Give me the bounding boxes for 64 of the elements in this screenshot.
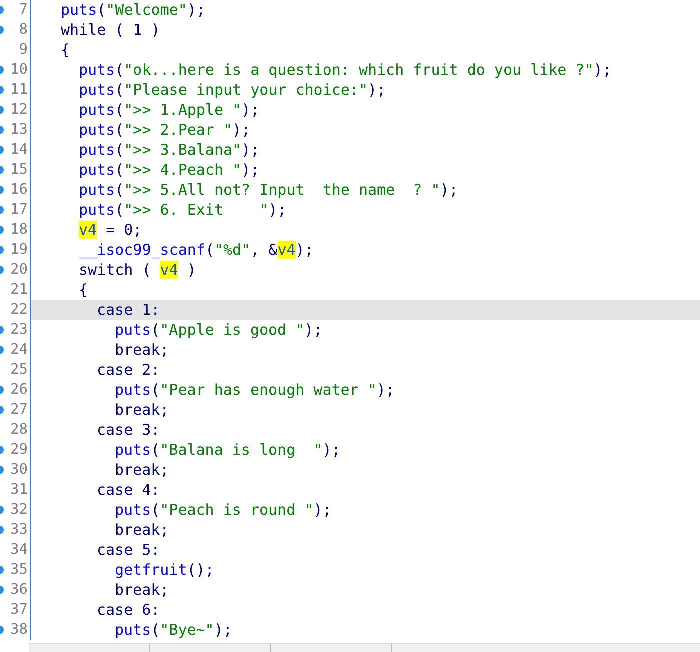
code-line: puts(">> 6. Exit "); [79,200,287,220]
line-number: 33 [10,521,28,540]
code-line: puts("ok...here is a question: which fruit do you like ?"); [79,60,612,80]
line-number: 29 [10,441,28,460]
code-line: puts("Peach is round "); [115,500,332,520]
code-line: case 4: [97,480,160,500]
line-number: 19 [10,241,28,260]
code-line: puts("Welcome"); [61,0,206,20]
line-number: 24 [10,341,28,360]
line-number: 35 [10,561,28,580]
line-number: 18 [10,221,28,240]
code-line: break; [115,460,170,480]
line-number: 17 [10,201,28,220]
line-number: 37 [10,601,28,620]
code-line: while ( 1 ) [61,20,160,40]
line-number: 23 [10,321,28,340]
line-number: 30 [10,461,28,480]
code-line: puts(">> 3.Balana"); [79,140,260,160]
code-line: case 6: [97,600,160,620]
code-line: v4 = 0; [79,220,142,240]
code-line: puts(">> 2.Pear "); [79,120,251,140]
line-number: 13 [10,121,28,140]
line-number: 21 [10,281,28,300]
code-line: case 3: [97,420,160,440]
code-line: getfruit(); [115,560,214,580]
line-number: 28 [10,421,28,440]
line-number: 34 [10,541,28,560]
code-line: puts("Pear has enough water "); [115,380,395,400]
code-line: break; [115,580,170,600]
line-number: 9 [19,41,28,60]
line-number: 20 [10,261,28,280]
code-line: puts(">> 1.Apple "); [79,100,260,120]
code-line: switch ( v4 ) [79,260,196,280]
line-number: 36 [10,581,28,600]
line-number: 38 [10,621,28,640]
line-number: 15 [10,161,28,180]
code-line: puts("Apple is good "); [115,320,323,340]
code-line: case 5: [97,540,160,560]
line-number: 14 [10,141,28,160]
line-number: 27 [10,401,28,420]
code-line: case 2: [97,360,160,380]
code-line: puts(">> 5.All not? Input the name ? "); [79,180,458,200]
line-number: 16 [10,181,28,200]
line-number: 31 [10,481,28,500]
line-number: 12 [10,101,28,120]
line-number: 7 [19,1,28,20]
code-line: break; [115,340,170,360]
line-number: 26 [10,381,28,400]
line-number: 25 [10,361,28,380]
line-number: 11 [10,81,28,100]
code-line: { [61,40,70,60]
code-line: puts("Bye~"); [115,620,232,640]
code-line: __isoc99_scanf("%d", &v4); [79,240,314,260]
code-line: puts(">> 4.Peach "); [79,160,260,180]
code-line: break; [115,400,170,420]
code-line: break; [115,520,170,540]
code-line: puts("Please input your choice:"); [79,80,386,100]
line-number: 22 [10,301,28,320]
code-line: puts("Balana is long "); [115,440,341,460]
line-number: 32 [10,501,28,520]
line-number: 10 [10,61,28,80]
line-number: 8 [19,21,28,40]
code-line: { [79,280,88,300]
code-line: case 1: [97,300,160,320]
